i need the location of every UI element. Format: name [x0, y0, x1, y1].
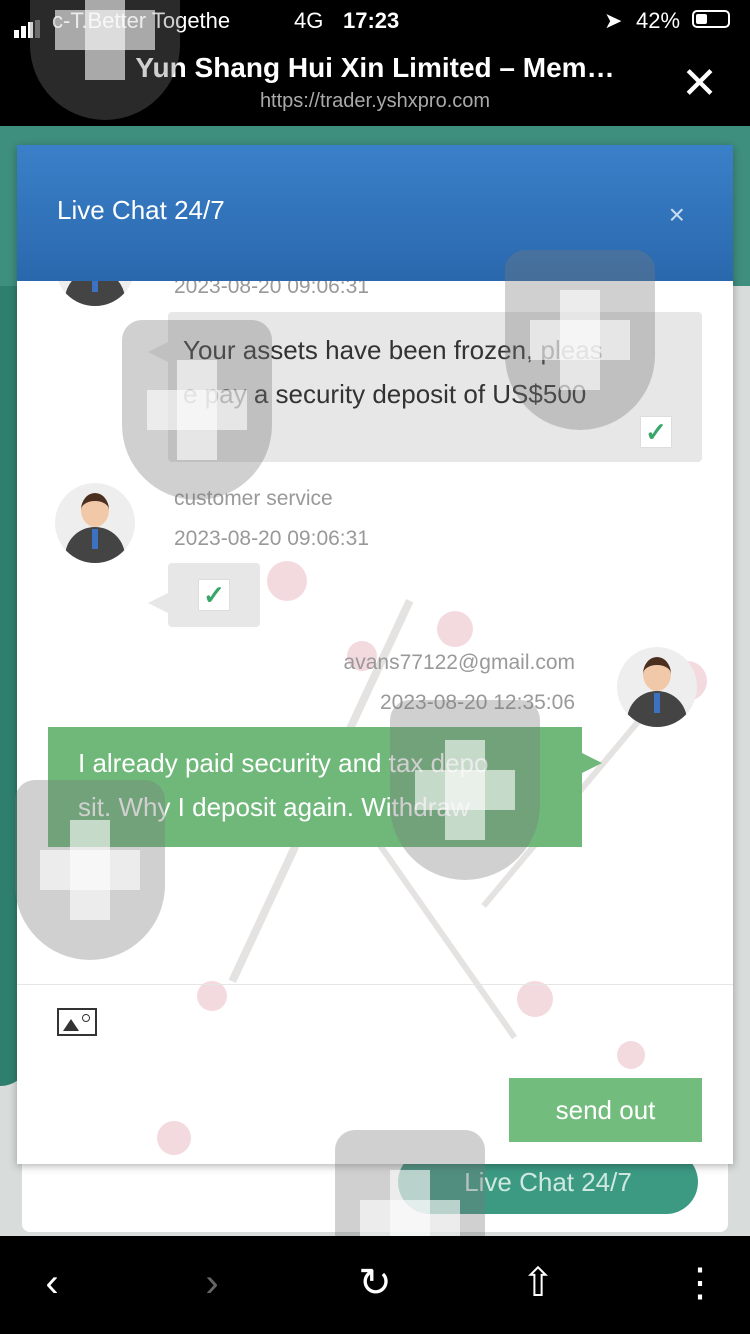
blossom-flower	[517, 981, 553, 1017]
message-timestamp: 2023-08-20 09:06:31	[174, 527, 369, 550]
blossom-flower	[437, 611, 473, 647]
message-bubble: I already paid security and tax depo sit…	[48, 727, 602, 847]
status-bar: c-T.Better Togethe 4G 17:23 ➤ 42%	[0, 0, 750, 40]
message-sender: customer service	[174, 487, 333, 510]
blossom-flower	[197, 981, 227, 1011]
send-button[interactable]: send out	[509, 1078, 702, 1142]
more-icon[interactable]: ⋮	[670, 1258, 730, 1308]
browser-toolbar: ‹ › ↻ ⇧ ⋮	[0, 1236, 750, 1334]
blossom-flower	[157, 1121, 191, 1155]
reload-icon[interactable]: ↻	[345, 1258, 405, 1308]
message-bubble: Your assets have been frozen, pleas e pa…	[148, 312, 702, 462]
avatar	[55, 281, 135, 306]
close-icon[interactable]: ✕	[681, 62, 718, 106]
chat-area[interactable]: 2023-08-20 09:06:31 Your assets have bee…	[17, 281, 733, 1164]
avatar	[55, 483, 135, 563]
composer-divider	[17, 984, 733, 985]
share-icon[interactable]: ⇧	[508, 1258, 568, 1308]
check-icon: ✓	[640, 416, 672, 448]
network-type: 4G	[294, 8, 324, 33]
close-icon[interactable]: ×	[669, 199, 685, 231]
battery-icon	[692, 10, 730, 28]
message-sender: avans77122@gmail.com	[343, 651, 575, 674]
battery-percent: 42%	[636, 8, 681, 33]
message-text: Your assets have been frozen, pleas	[183, 335, 603, 365]
message-timestamp: 2023-08-20 12:35:06	[380, 691, 575, 714]
message-timestamp: 2023-08-20 09:06:31	[174, 281, 369, 298]
browser-header: Yun Shang Hui Xin Limited – Mem… https:/…	[0, 40, 750, 126]
live-chat-modal: Live Chat 24/7 × 2023-08-20 09:06:31 You…	[17, 145, 733, 1164]
modal-title: Live Chat 24/7	[57, 195, 225, 225]
message-text: e pay a security deposit of US$500	[183, 379, 587, 409]
blossom-branch	[362, 822, 518, 1040]
blossom-flower	[617, 1041, 645, 1069]
signal-icon	[14, 12, 42, 38]
modal-header: Live Chat 24/7 ×	[17, 145, 733, 281]
carrier-name: c-T.Better Togethe	[52, 8, 231, 33]
forward-icon[interactable]: ›	[182, 1258, 242, 1308]
back-icon[interactable]: ‹	[22, 1258, 82, 1308]
page-title: Yun Shang Hui Xin Limited – Mem…	[135, 52, 615, 83]
message-text: sit. Why I deposit again. Withdraw	[78, 792, 470, 822]
page-url[interactable]: https://trader.yshxpro.com	[90, 90, 660, 113]
avatar	[617, 647, 697, 727]
message-bubble: ✓	[148, 563, 260, 627]
message-text: I already paid security and tax depo	[78, 748, 489, 778]
blossom-flower	[267, 561, 307, 601]
location-icon: ➤	[604, 8, 623, 33]
clock: 17:23	[343, 8, 400, 33]
image-icon[interactable]	[57, 1008, 97, 1036]
check-icon: ✓	[198, 579, 230, 611]
